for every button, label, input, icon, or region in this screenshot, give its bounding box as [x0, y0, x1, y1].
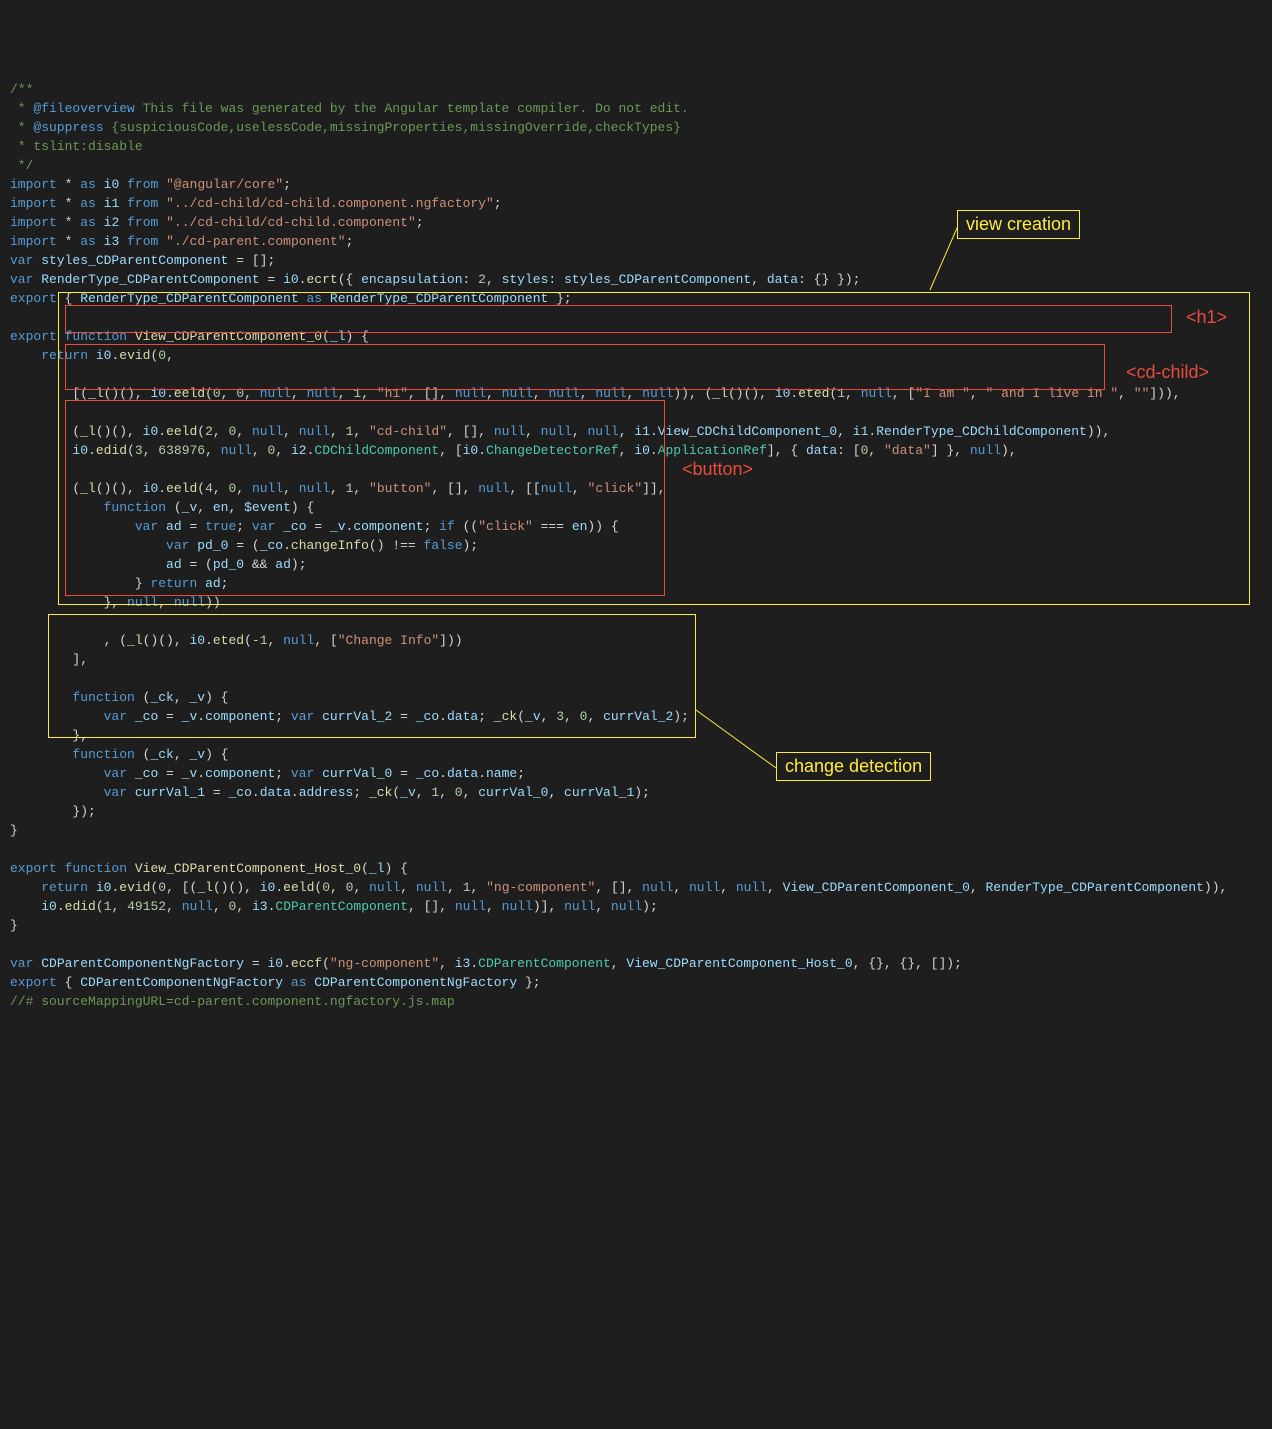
change-detection-label: change detection — [776, 752, 931, 781]
h1-label: <h1> — [1186, 308, 1227, 327]
comment: /** — [10, 82, 33, 97]
comment: * @fileoverview This file was generated … — [10, 101, 689, 116]
comment: */ — [10, 158, 33, 173]
cd-child-label: <cd-child> — [1126, 363, 1209, 382]
comment: * tslint:disable — [10, 139, 143, 154]
comment: * @suppress {suspiciousCode,uselessCode,… — [10, 120, 681, 135]
view-creation-label: view creation — [957, 210, 1080, 239]
button-label: <button> — [682, 460, 753, 479]
